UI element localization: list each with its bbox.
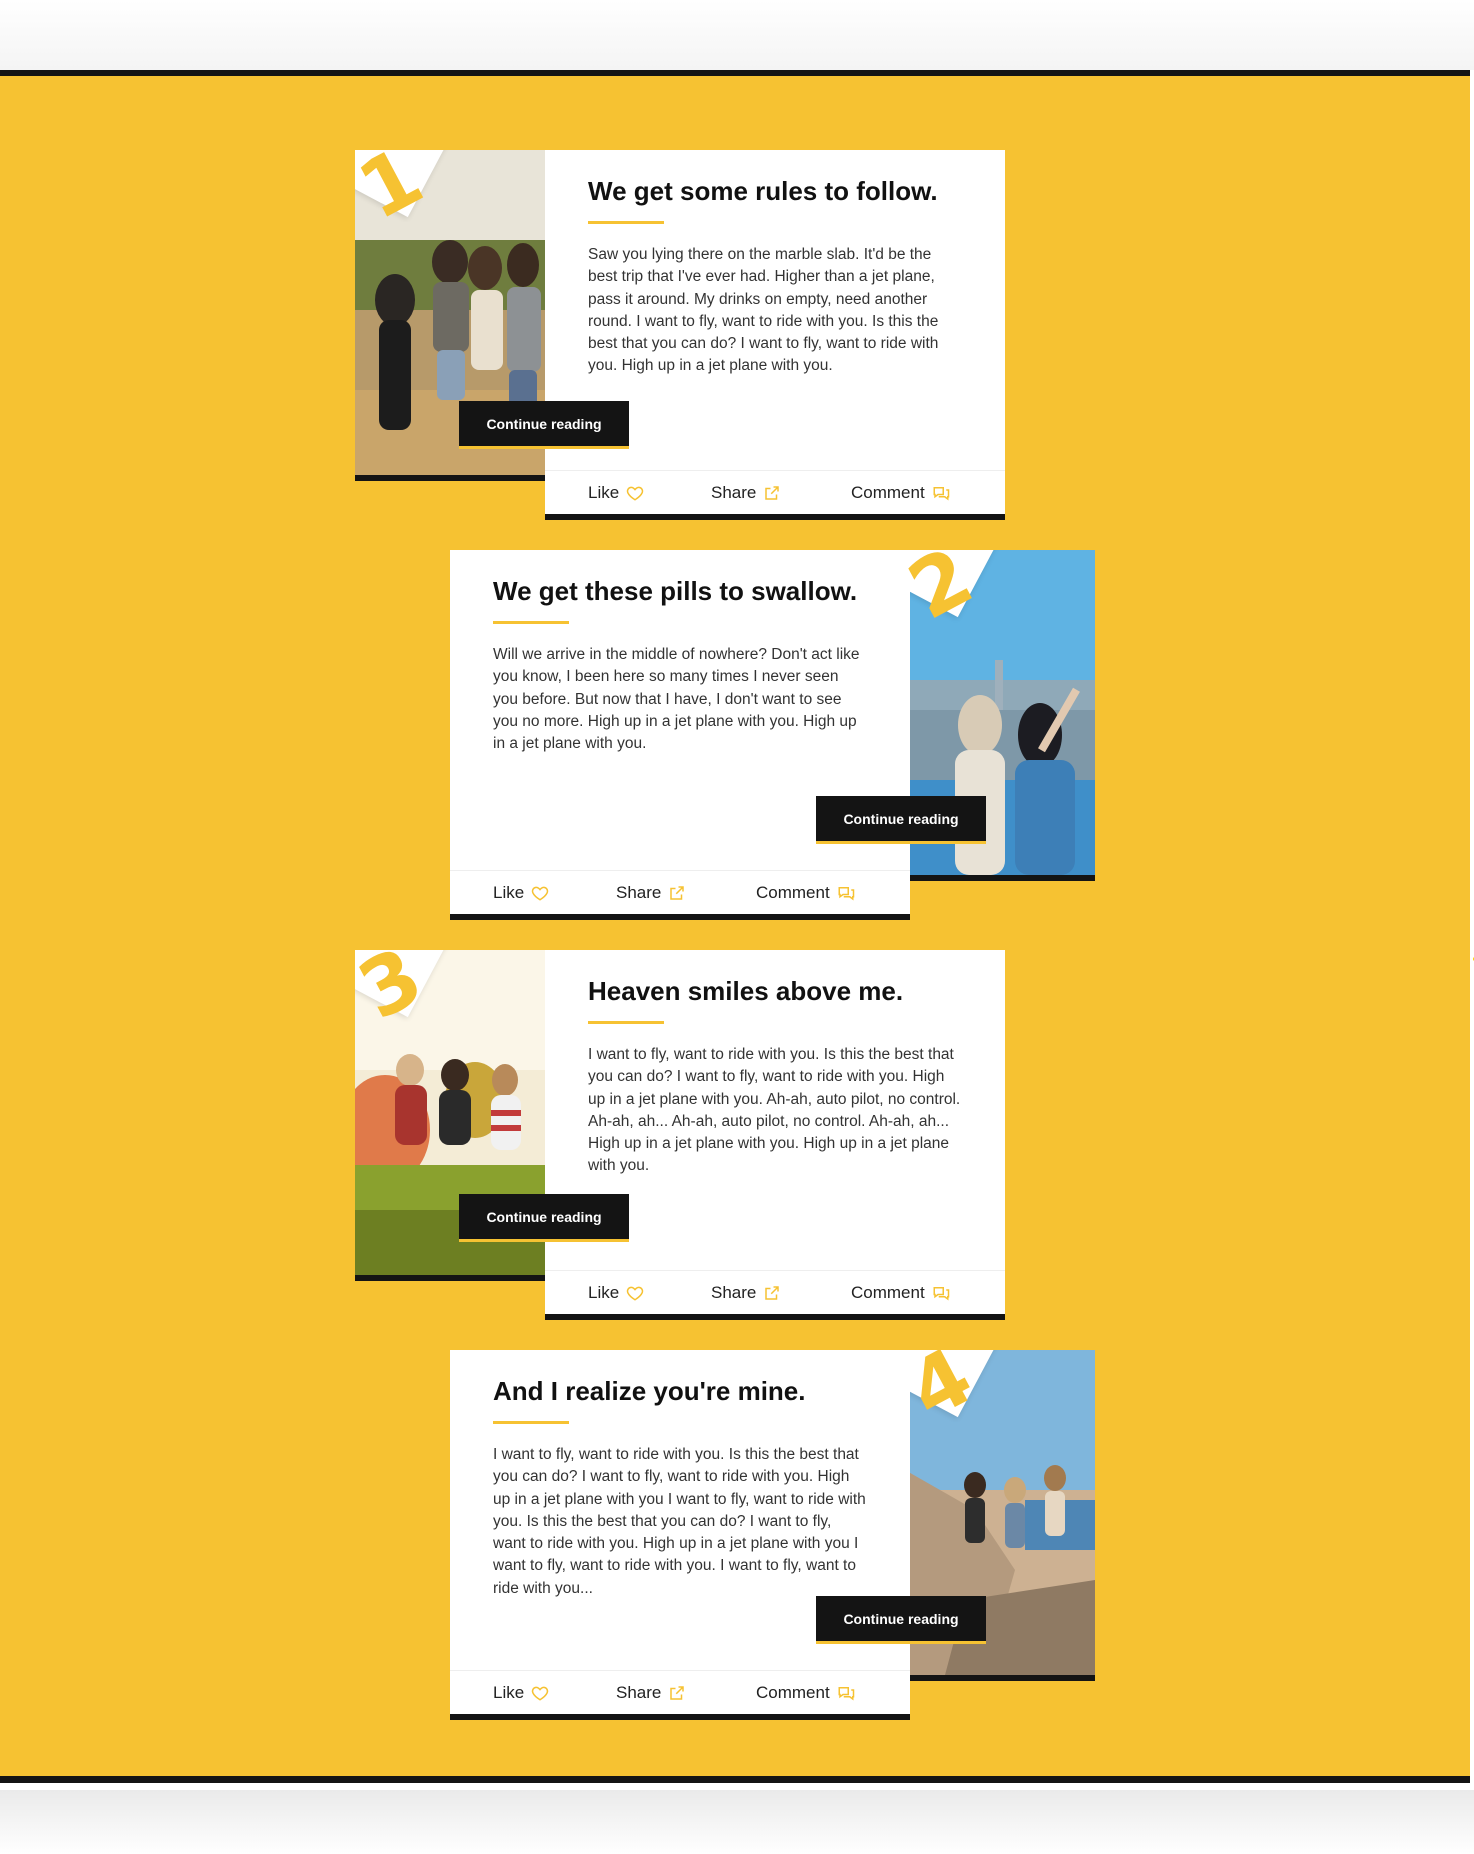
post-card-4: 4 And I realize you're mine. I want to f… xyxy=(450,1350,1195,1720)
page-top-area xyxy=(0,0,1474,70)
share-label: Share xyxy=(616,882,662,902)
post-excerpt: I want to fly, want to ride with you. Is… xyxy=(493,1446,866,1597)
post-actions: Like Share Comment xyxy=(545,1270,1005,1320)
like-button[interactable]: Like xyxy=(493,1683,549,1703)
post-excerpt: Saw you lying there on the marble slab. … xyxy=(588,246,939,375)
share-button[interactable]: Share xyxy=(616,1683,686,1703)
post-title[interactable]: And I realize you're mine. xyxy=(493,1376,867,1407)
page-bottom-area xyxy=(0,1790,1474,1854)
title-underline xyxy=(493,1421,569,1424)
post-actions: Like Share Comment xyxy=(450,870,910,920)
comment-button[interactable]: Comment xyxy=(851,483,950,503)
chat-bubble-icon xyxy=(838,1686,854,1700)
like-label: Like xyxy=(588,482,620,502)
like-button[interactable]: Like xyxy=(588,1283,644,1303)
continue-reading-button[interactable]: Continue reading xyxy=(459,401,629,449)
comment-label: Comment xyxy=(756,882,830,902)
share-label: Share xyxy=(711,482,757,502)
title-underline xyxy=(493,621,569,624)
comment-label: Comment xyxy=(756,1682,830,1702)
continue-reading-button[interactable]: Continue reading xyxy=(459,1194,629,1242)
share-arrow-icon xyxy=(670,1685,685,1700)
title-underline xyxy=(588,1021,664,1024)
share-arrow-icon xyxy=(765,485,780,500)
share-arrow-icon xyxy=(670,885,685,900)
post-actions: Like Share Comment xyxy=(545,470,1005,520)
continue-reading-button[interactable]: Continue reading xyxy=(816,1596,986,1644)
share-label: Share xyxy=(616,1682,662,1702)
share-label: Share xyxy=(711,1282,757,1302)
chat-bubble-icon xyxy=(933,1286,949,1300)
heart-icon xyxy=(531,1686,549,1701)
like-label: Like xyxy=(588,1282,620,1302)
like-button[interactable]: Like xyxy=(493,883,549,903)
post-actions: Like Share Comment xyxy=(450,1670,910,1720)
like-button[interactable]: Like xyxy=(588,483,644,503)
post-title[interactable]: We get these pills to swallow. xyxy=(493,576,867,607)
comment-button[interactable]: Comment xyxy=(756,883,855,903)
comment-label: Comment xyxy=(851,1282,925,1302)
chat-bubble-icon xyxy=(933,486,949,500)
post-card-2: 2 We get these pills to swallow. Will we… xyxy=(450,550,1195,920)
share-button[interactable]: Share xyxy=(616,883,686,903)
post-card-3: 3 Heaven smiles above me. I want to fly,… xyxy=(355,950,1100,1320)
comment-button[interactable]: Comment xyxy=(851,1283,950,1303)
post-title[interactable]: Heaven smiles above me. xyxy=(588,976,962,1007)
title-underline xyxy=(588,221,664,224)
post-title[interactable]: We get some rules to follow. xyxy=(588,176,962,207)
heart-icon xyxy=(626,1286,644,1301)
share-arrow-icon xyxy=(765,1285,780,1300)
post-excerpt: Will we arrive in the middle of nowhere?… xyxy=(493,646,860,753)
like-label: Like xyxy=(493,1682,525,1702)
post-excerpt: I want to fly, want to ride with you. Is… xyxy=(588,1046,961,1175)
comment-button[interactable]: Comment xyxy=(756,1683,855,1703)
chat-bubble-icon xyxy=(838,886,854,900)
like-label: Like xyxy=(493,882,525,902)
heart-icon xyxy=(626,486,644,501)
post-card-1: 1 We get some rules to follow. Saw you l… xyxy=(355,150,1100,520)
heart-icon xyxy=(531,886,549,901)
comment-label: Comment xyxy=(851,482,925,502)
share-button[interactable]: Share xyxy=(711,483,781,503)
share-button[interactable]: Share xyxy=(711,1283,781,1303)
continue-reading-button[interactable]: Continue reading xyxy=(816,796,986,844)
